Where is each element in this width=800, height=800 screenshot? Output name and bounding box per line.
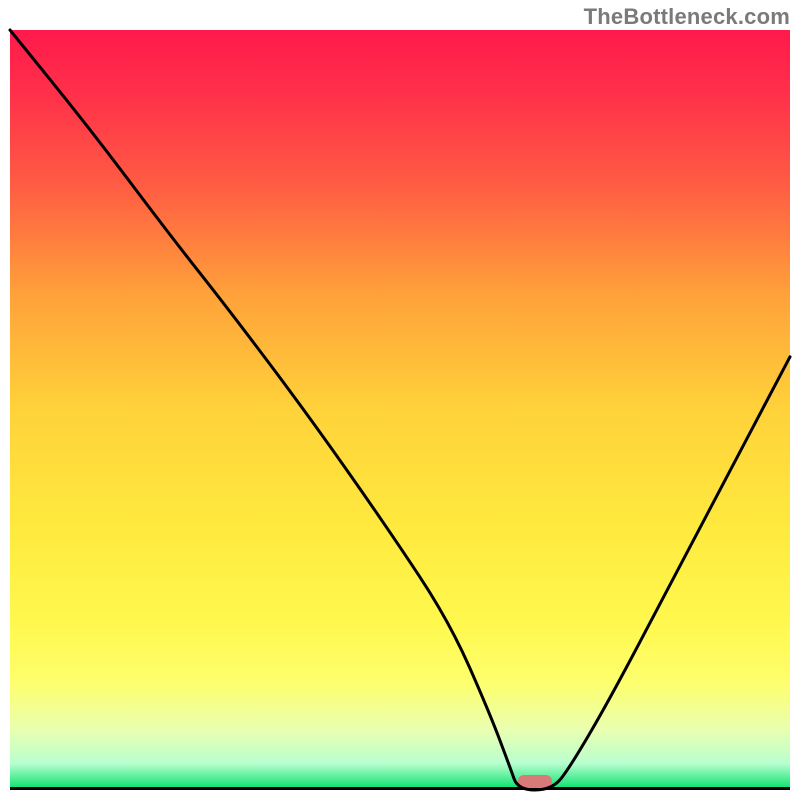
chart-stage: TheBottleneck.com <box>0 0 800 800</box>
optimal-marker <box>518 775 552 788</box>
plot-gradient-background <box>10 30 790 790</box>
baseline <box>10 787 790 790</box>
bottleneck-chart <box>0 0 800 800</box>
